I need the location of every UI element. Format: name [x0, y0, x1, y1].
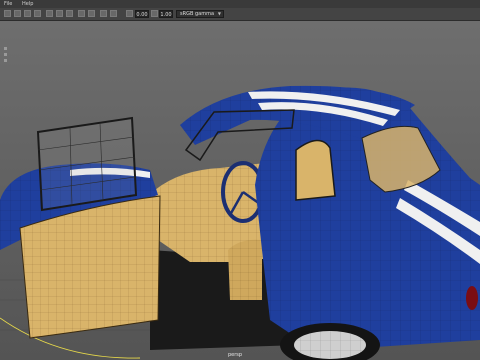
viewport-toolbar: 0.00 1.00 sRGB gamma ▼	[0, 8, 480, 21]
menu-help[interactable]: Help	[22, 1, 33, 7]
3d-viewport[interactable]	[0, 21, 480, 360]
camera-name-label: persp	[228, 352, 243, 358]
exposure-field[interactable]: 0.00	[135, 10, 149, 18]
car-model-render	[0, 85, 480, 360]
tail-light	[466, 286, 478, 310]
isolate-icon[interactable]	[100, 10, 107, 17]
color-space-label: sRGB gamma	[180, 11, 215, 17]
exposure-icon[interactable]	[126, 10, 133, 17]
chevron-down-icon: ▼	[217, 11, 221, 16]
shading-icon[interactable]	[78, 10, 85, 17]
scale-tool-icon[interactable]	[34, 10, 41, 17]
texture-icon[interactable]	[110, 10, 117, 17]
viewport-heads-up-markers	[4, 47, 10, 65]
menu-file[interactable]: File	[4, 1, 12, 7]
camera-icon[interactable]	[56, 10, 63, 17]
select-tool-icon[interactable]	[4, 10, 11, 17]
rotate-tool-icon[interactable]	[24, 10, 31, 17]
move-tool-icon[interactable]	[14, 10, 21, 17]
wireframe-icon[interactable]	[88, 10, 95, 17]
gamma-field[interactable]: 1.00	[159, 10, 173, 18]
color-space-dropdown[interactable]: sRGB gamma ▼	[176, 10, 224, 18]
gamma-icon[interactable]	[151, 10, 158, 17]
grid-toggle-icon[interactable]	[46, 10, 53, 17]
menu-bar: File Help	[0, 0, 480, 8]
lighting-icon[interactable]	[66, 10, 73, 17]
